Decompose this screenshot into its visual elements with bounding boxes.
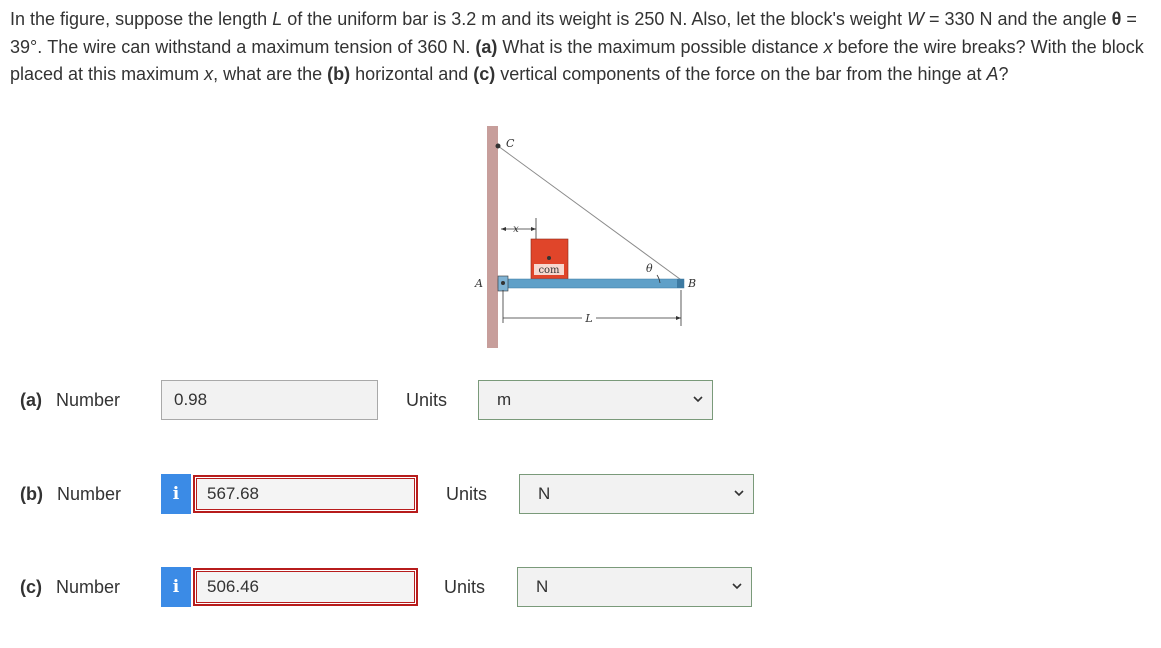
label-com: com [538, 265, 560, 276]
part-c-row: (c) Number i 506.46 Units N [0, 567, 1161, 609]
info-icon[interactable]: i [161, 567, 191, 607]
wire-anchor [495, 143, 501, 149]
info-icon[interactable]: i [161, 474, 191, 514]
label-c: C [506, 137, 515, 150]
label-x: x [513, 224, 519, 235]
wall [487, 126, 498, 348]
label-a: A [474, 277, 483, 290]
answer-b-input[interactable]: 567.68 [193, 475, 418, 513]
part-c-label: (c) Number [20, 577, 121, 597]
units-c-select[interactable]: N [517, 567, 752, 607]
bar [497, 278, 685, 289]
part-b-label: (b) Number [20, 484, 122, 504]
part-a-row: (a) Number 0.98 Units m [0, 380, 1161, 422]
label-b: B [687, 277, 696, 290]
chevron-down-icon [734, 490, 744, 497]
units-a-label: Units [406, 390, 448, 410]
label-theta: θ [646, 262, 653, 275]
units-a-select[interactable]: m [478, 380, 713, 420]
physics-figure: C x com θ A B L [474, 126, 696, 348]
wire [497, 145, 685, 283]
label-l: L [584, 312, 592, 325]
part-a-label: (a) Number [20, 390, 121, 410]
units-c-label: Units [444, 577, 486, 597]
question-text: In the figure, suppose the length L of t… [10, 9, 1144, 84]
part-b-row: (b) Number i 567.68 Units N [0, 474, 1161, 516]
answer-a-input[interactable]: 0.98 [161, 380, 378, 420]
answer-c-input[interactable]: 506.46 [193, 568, 418, 606]
chevron-down-icon [693, 396, 703, 403]
units-b-label: Units [446, 484, 488, 504]
chevron-down-icon [732, 583, 742, 590]
units-b-select[interactable]: N [519, 474, 754, 514]
